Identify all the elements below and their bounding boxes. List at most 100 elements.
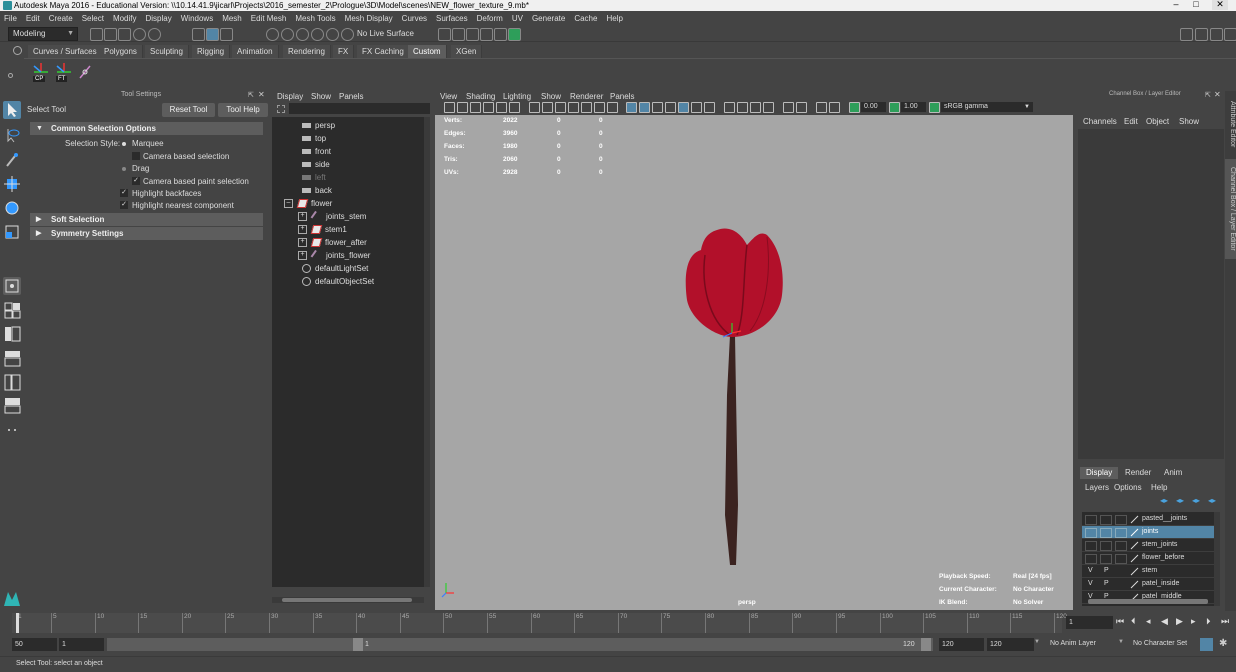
outliner-menu-show[interactable]: Show	[311, 92, 331, 101]
layer-list-scrollbar[interactable]	[1214, 512, 1220, 606]
wireframe-icon[interactable]	[626, 102, 637, 113]
menu-generate[interactable]: Generate	[532, 14, 565, 23]
play-forwards-icon[interactable]: ▶	[1176, 616, 1183, 627]
viewport-menu-panels[interactable]: Panels	[610, 92, 634, 101]
attribute-editor-tab[interactable]: Attribute Editor	[1225, 95, 1236, 153]
collapse-icon[interactable]: –	[284, 199, 293, 209]
render-settings-icon[interactable]	[480, 28, 493, 41]
viewport-menu-view[interactable]: View	[440, 92, 457, 101]
range-slider[interactable]: 1 120	[107, 638, 933, 651]
menu-select[interactable]: Select	[82, 14, 104, 23]
soft-selection-frame[interactable]: ▶ Soft Selection	[30, 213, 263, 226]
layer-playback-toggle[interactable]	[1100, 515, 1112, 525]
new-layer-selected-icon[interactable]: ◂▸	[1208, 496, 1216, 505]
menu-file[interactable]: File	[4, 14, 17, 23]
move-tool-icon[interactable]	[3, 175, 21, 193]
layer-color-swatch[interactable]	[1115, 528, 1127, 538]
layer-visibility-toggle[interactable]	[1085, 541, 1097, 551]
chevron-down-icon[interactable]: ▼	[1118, 639, 1124, 645]
layer-visibility-toggle[interactable]	[1085, 515, 1097, 525]
wireframe-on-shaded-icon[interactable]	[665, 102, 676, 113]
shelf-options-icon[interactable]	[8, 73, 13, 78]
save-scene-icon[interactable]	[118, 28, 131, 41]
hypershade-icon[interactable]	[494, 28, 507, 41]
layer-visibility[interactable]: V	[1088, 578, 1093, 590]
shelf-settings-icon[interactable]	[13, 46, 22, 55]
layer-menu-layers[interactable]: Layers	[1085, 483, 1109, 492]
menu-display[interactable]: Display	[146, 14, 172, 23]
multisample-aa-icon[interactable]	[750, 102, 761, 113]
step-back-frame-icon[interactable]: ◂	[1146, 616, 1151, 627]
snap-view-plane-icon[interactable]	[311, 28, 324, 41]
render-current-frame-icon[interactable]	[452, 28, 465, 41]
bookmarks-icon[interactable]	[470, 102, 481, 113]
shelf-button-cp[interactable]: CP	[31, 62, 51, 84]
outliner-layout-icon[interactable]	[3, 373, 21, 391]
two-d-pan-zoom-icon[interactable]	[496, 102, 507, 113]
menu-modify[interactable]: Modify	[113, 14, 137, 23]
range-slider-end-handle[interactable]	[921, 638, 931, 651]
outliner-item-side[interactable]: side	[302, 159, 330, 171]
shelf-tab-rigging[interactable]: Rigging	[192, 45, 231, 58]
layer-color-swatch[interactable]	[1115, 541, 1127, 551]
menu-curves[interactable]: Curves	[402, 14, 427, 23]
expand-icon[interactable]: +	[298, 251, 307, 261]
hypershade-layout-icon[interactable]	[3, 396, 21, 414]
range-slider-start-handle[interactable]	[353, 638, 363, 651]
smooth-shade-icon[interactable]	[639, 102, 650, 113]
new-scene-icon[interactable]	[90, 28, 103, 41]
layer-visibility-toggle[interactable]	[1085, 528, 1097, 538]
step-forward-key-icon[interactable]: ⏵	[1206, 616, 1211, 627]
outliner-item-stem1[interactable]: + stem1	[298, 224, 347, 236]
menu-mesh-display[interactable]: Mesh Display	[345, 14, 393, 23]
layer-color-swatch[interactable]	[1115, 515, 1127, 525]
outliner-item-flower-after[interactable]: + flower_after	[298, 237, 367, 249]
layer-list-horizontal-scroll-thumb[interactable]	[1088, 599, 1208, 604]
reset-tool-button[interactable]: Reset Tool	[162, 103, 215, 117]
go-to-start-icon[interactable]: ⏮	[1116, 616, 1124, 627]
layer-color-swatch[interactable]	[1115, 554, 1127, 564]
construction-history-icon[interactable]	[438, 28, 451, 41]
layer-row[interactable]: joints	[1082, 526, 1217, 539]
symmetry-settings-frame[interactable]: ▶ Symmetry Settings	[30, 227, 263, 240]
current-time-marker[interactable]	[16, 613, 19, 633]
minimize-button[interactable]: –	[1168, 0, 1184, 10]
highlight-nearest-checkbox[interactable]: ✓	[120, 201, 128, 209]
outliner-filter-icon[interactable]	[277, 105, 285, 113]
tulip-stem[interactable]	[725, 335, 738, 565]
layer-playback-toggle[interactable]	[1100, 528, 1112, 538]
menu-set-dropdown[interactable]: Modeling ▼	[8, 27, 78, 41]
layer-playback-toggle[interactable]	[1100, 541, 1112, 551]
playback-end-field[interactable]: 120	[939, 638, 984, 651]
animation-preferences-icon[interactable]: ✱	[1219, 638, 1227, 649]
float-panel-icon[interactable]: ⇱	[248, 91, 254, 99]
outliner-item-flower[interactable]: – flower	[284, 198, 332, 210]
snap-point-icon[interactable]	[296, 28, 309, 41]
gamma-icon[interactable]	[889, 102, 900, 113]
character-set-dropdown[interactable]: No Character Set	[1133, 640, 1187, 647]
scale-tool-icon[interactable]	[3, 223, 21, 241]
shelf-tab-sculpting[interactable]: Sculpting	[145, 45, 189, 58]
close-button[interactable]: ✕	[1212, 0, 1228, 10]
default-material-icon[interactable]	[652, 102, 663, 113]
undo-icon[interactable]	[133, 28, 146, 41]
viewport-menu-renderer[interactable]: Renderer	[570, 92, 603, 101]
channel-box-area[interactable]	[1078, 129, 1224, 459]
outliner-item-top[interactable]: top	[302, 133, 326, 145]
outliner-item-back[interactable]: back	[302, 185, 332, 197]
layer-tab-anim[interactable]: Anim	[1158, 467, 1188, 479]
live-surface-label[interactable]: No Live Surface	[357, 29, 414, 38]
motion-blur-icon[interactable]	[737, 102, 748, 113]
camera-attributes-icon[interactable]	[457, 102, 468, 113]
drag-radio[interactable]	[122, 167, 126, 171]
shelf-tab-polygons[interactable]: Polygons	[99, 45, 143, 58]
select-by-hierarchy-icon[interactable]	[192, 28, 205, 41]
screen-space-ao-icon[interactable]	[724, 102, 735, 113]
open-scene-icon[interactable]	[104, 28, 117, 41]
menu-edit[interactable]: Edit	[26, 14, 40, 23]
exposure-field[interactable]: 0.00	[861, 102, 886, 112]
layer-visibility[interactable]: V	[1088, 565, 1093, 577]
make-live-icon[interactable]	[341, 28, 354, 41]
resolution-gate-icon[interactable]	[555, 102, 566, 113]
marquee-radio[interactable]	[122, 142, 126, 146]
